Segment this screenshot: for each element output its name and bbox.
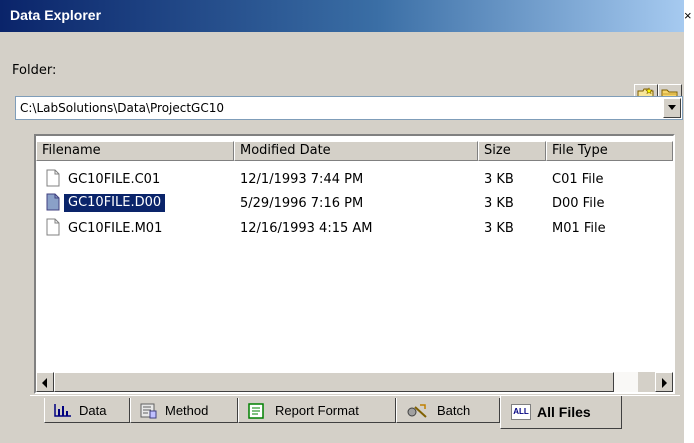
file-modified-date: 12/1/1993 7:44 PM bbox=[240, 172, 364, 187]
column-header-modified-date[interactable]: Modified Date bbox=[234, 141, 478, 161]
file-size: 3 KB bbox=[484, 221, 514, 236]
all-files-icon: ALL bbox=[511, 404, 531, 420]
horizontal-scrollbar[interactable] bbox=[36, 372, 673, 392]
folder-path-combobox[interactable]: C:\LabSolutions\Data\ProjectGC10 bbox=[15, 96, 683, 120]
column-header-size[interactable]: Size bbox=[478, 141, 546, 161]
scroll-left-button[interactable] bbox=[36, 372, 54, 392]
file-type: D00 File bbox=[552, 196, 605, 211]
tab-label: Batch bbox=[437, 403, 471, 418]
window-title: Data Explorer bbox=[10, 7, 102, 23]
file-name: GC10FILE.M01 bbox=[68, 221, 163, 236]
file-type: M01 File bbox=[552, 221, 606, 236]
file-modified-date: 12/16/1993 4:15 AM bbox=[240, 221, 373, 236]
tab-label: Method bbox=[165, 403, 209, 418]
bar-chart-icon bbox=[54, 404, 71, 417]
tab-report-format[interactable]: Report Format bbox=[238, 398, 396, 423]
tab-label: Report Format bbox=[275, 403, 359, 418]
file-icon bbox=[46, 218, 60, 236]
file-type: C01 File bbox=[552, 172, 604, 187]
tab-batch[interactable]: Batch bbox=[396, 398, 500, 423]
scroll-right-button[interactable] bbox=[655, 372, 673, 392]
arrow-left-icon bbox=[42, 378, 47, 388]
tab-method[interactable]: Method bbox=[130, 398, 238, 423]
method-icon bbox=[140, 403, 157, 419]
file-modified-date: 5/29/1996 7:16 PM bbox=[240, 196, 364, 211]
tab-label: Data bbox=[79, 403, 107, 418]
report-icon bbox=[248, 403, 264, 419]
arrow-right-icon bbox=[662, 378, 667, 388]
chevron-down-icon bbox=[668, 105, 676, 110]
file-size: 3 KB bbox=[484, 172, 514, 187]
folder-label: Folder: bbox=[12, 63, 57, 78]
file-name: GC10FILE.D00 bbox=[64, 194, 166, 212]
file-icon bbox=[46, 169, 60, 187]
file-name: GC10FILE.C01 bbox=[68, 172, 161, 187]
folder-path-text: C:\LabSolutions\Data\ProjectGC10 bbox=[20, 101, 224, 115]
close-icon[interactable]: × bbox=[684, 8, 694, 24]
title-bar-gradient bbox=[0, 0, 684, 32]
tab-label: All Files bbox=[537, 404, 591, 420]
column-header-file-type[interactable]: File Type bbox=[546, 141, 673, 161]
folder-dropdown-button[interactable] bbox=[663, 98, 681, 118]
title-bar: Data Explorer × bbox=[0, 0, 694, 32]
tab-data[interactable]: Data bbox=[44, 398, 130, 423]
batch-icon bbox=[407, 404, 427, 418]
scroll-thumb[interactable] bbox=[54, 372, 614, 392]
file-size: 3 KB bbox=[484, 196, 514, 211]
file-icon bbox=[46, 193, 60, 211]
column-header-filename[interactable]: Filename bbox=[36, 141, 234, 161]
tab-all-files[interactable]: ALL All Files bbox=[500, 396, 622, 429]
